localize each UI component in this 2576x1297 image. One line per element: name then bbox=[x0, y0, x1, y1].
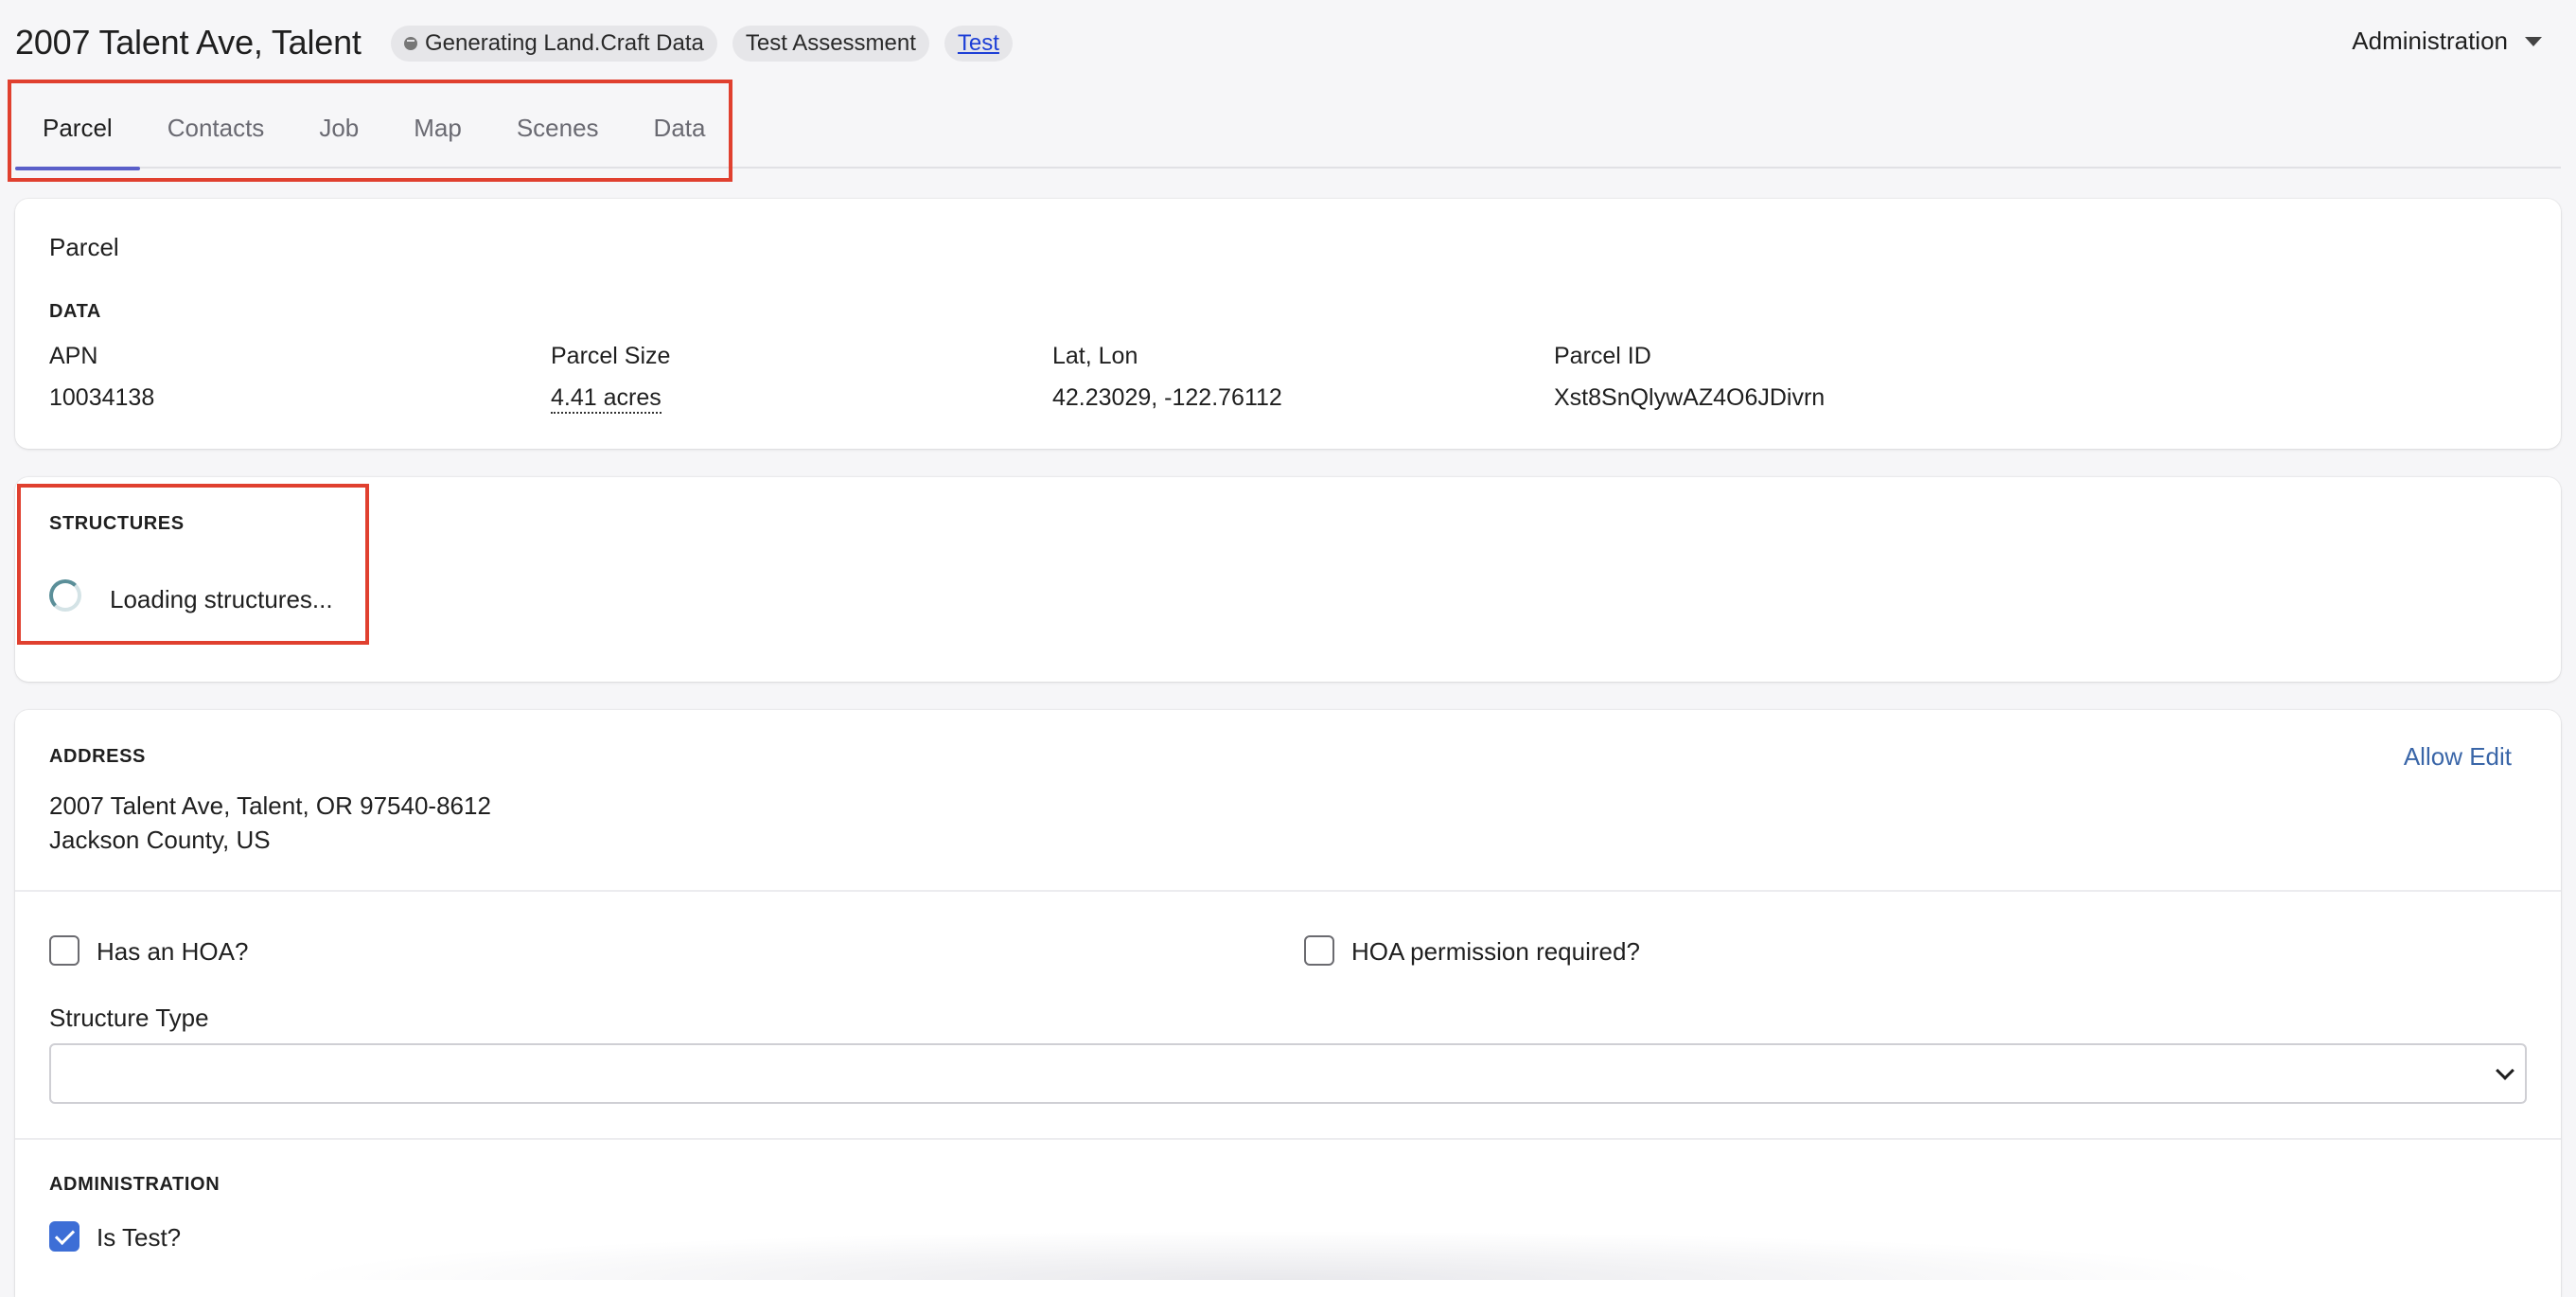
hoa-permission-label[interactable]: HOA permission required? bbox=[1351, 937, 1640, 967]
is-test-label[interactable]: Is Test? bbox=[97, 1223, 181, 1253]
parcel-size-value[interactable]: 4.41 acres bbox=[551, 384, 662, 414]
administration-menu[interactable]: Administration bbox=[2352, 27, 2542, 56]
tab-job-label[interactable]: Job bbox=[319, 114, 359, 143]
tab-map-label[interactable]: Map bbox=[414, 114, 462, 143]
allow-edit-link[interactable]: Allow Edit bbox=[2404, 742, 2512, 772]
structures-card: STRUCTURES Loading structures... bbox=[15, 477, 2561, 682]
chevron-down-icon[interactable] bbox=[2496, 1061, 2514, 1080]
tab-contacts-label[interactable]: Contacts bbox=[168, 114, 265, 143]
tab-bar: Parcel Contacts Job Map Scenes Data bbox=[15, 87, 2561, 170]
tab-job[interactable]: Job bbox=[291, 87, 386, 169]
administration-label: ADMINISTRATION bbox=[49, 1174, 221, 1195]
has-hoa-label[interactable]: Has an HOA? bbox=[97, 937, 248, 967]
parcel-id-label: Parcel ID bbox=[1554, 343, 1651, 369]
administration-menu-label[interactable]: Administration bbox=[2352, 27, 2508, 56]
tabs: Parcel Contacts Job Map Scenes Data bbox=[15, 87, 733, 170]
tab-data-label[interactable]: Data bbox=[654, 114, 706, 143]
loading-structures-text: Loading structures... bbox=[110, 585, 333, 613]
tab-map[interactable]: Map bbox=[386, 87, 489, 169]
lat-lon-value: 42.23029, -122.76112 bbox=[1052, 384, 1282, 411]
caret-down-icon[interactable] bbox=[2525, 36, 2542, 46]
address-line-1: 2007 Talent Ave, Talent, OR 97540-8612 bbox=[49, 791, 491, 820]
tab-scenes-label[interactable]: Scenes bbox=[517, 114, 599, 143]
parcel-card: Parcel DATA APN 10034138 Parcel Size 4.4… bbox=[15, 199, 2561, 449]
address-label: ADDRESS bbox=[49, 746, 146, 767]
address-line-2: Jackson County, US bbox=[49, 826, 271, 854]
status-badge-label: Generating Land.Craft Data bbox=[425, 30, 704, 56]
address-card: ADDRESS Allow Edit 2007 Talent Ave, Tale… bbox=[15, 710, 2561, 1297]
page-header: 2007 Talent Ave, Talent Generating Land.… bbox=[0, 0, 2576, 87]
loading-spinner-icon bbox=[49, 579, 81, 612]
tab-parcel-label[interactable]: Parcel bbox=[43, 114, 113, 143]
has-hoa-checkbox[interactable] bbox=[49, 935, 79, 966]
parcel-title: Parcel bbox=[49, 233, 119, 261]
assessment-badge: Test Assessment bbox=[732, 26, 929, 62]
page-title: 2007 Talent Ave, Talent bbox=[15, 23, 362, 62]
structure-type-select[interactable] bbox=[49, 1043, 2527, 1104]
hoa-permission-checkbox[interactable] bbox=[1304, 935, 1334, 966]
structure-type-label: Structure Type bbox=[49, 1004, 209, 1032]
assessment-badge-label: Test Assessment bbox=[745, 30, 916, 56]
tab-contacts[interactable]: Contacts bbox=[140, 87, 292, 169]
lat-lon-label: Lat, Lon bbox=[1052, 343, 1138, 369]
apn-value: 10034138 bbox=[49, 384, 155, 411]
status-badge: Generating Land.Craft Data bbox=[391, 26, 717, 62]
test-badge-link[interactable]: Test bbox=[958, 30, 999, 57]
apn-label: APN bbox=[49, 343, 98, 369]
is-test-checkbox[interactable] bbox=[49, 1221, 79, 1252]
data-section-label: DATA bbox=[49, 301, 101, 322]
tab-data[interactable]: Data bbox=[626, 87, 733, 169]
administration-divider bbox=[15, 1138, 2561, 1140]
parcel-size-label: Parcel Size bbox=[551, 343, 671, 369]
header-badges: Generating Land.Craft Data Test Assessme… bbox=[391, 26, 1013, 62]
tab-scenes[interactable]: Scenes bbox=[489, 87, 626, 169]
address-divider bbox=[15, 890, 2561, 892]
parcel-id-value: Xst8SnQlywAZ4O6JDivrn bbox=[1554, 384, 1826, 411]
tab-parcel[interactable]: Parcel bbox=[15, 87, 140, 170]
structures-label: STRUCTURES bbox=[49, 513, 185, 534]
status-dot-icon bbox=[404, 37, 417, 50]
test-badge[interactable]: Test bbox=[944, 26, 1013, 62]
